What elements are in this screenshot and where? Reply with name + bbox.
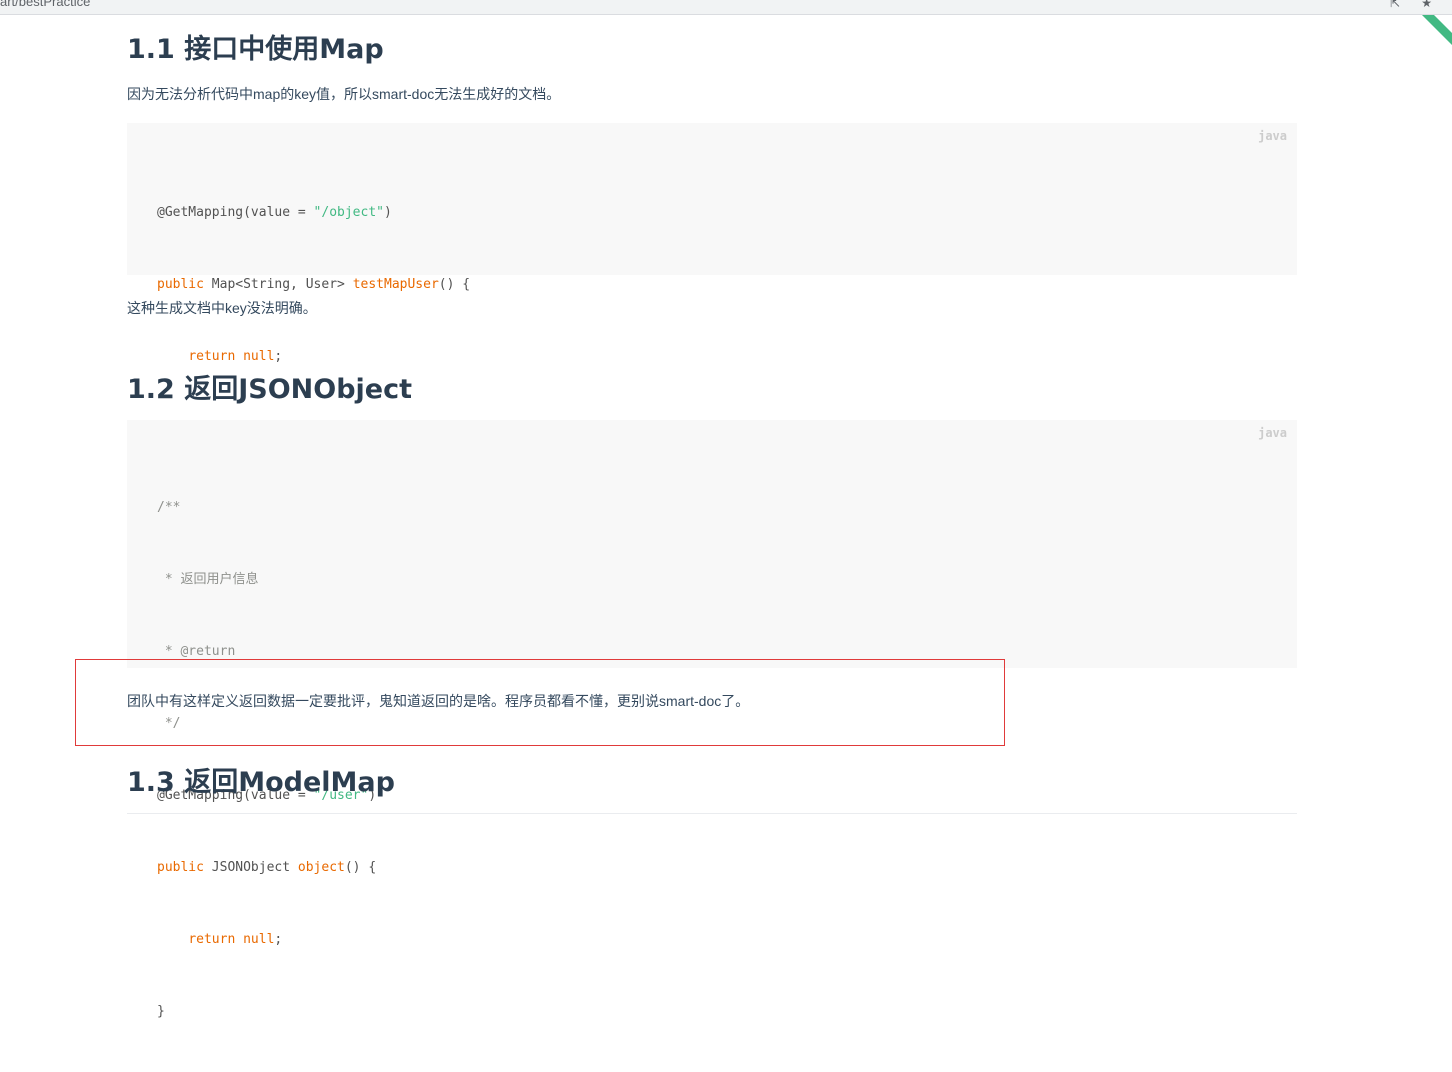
code-lang-label: java <box>1258 426 1287 440</box>
code-line: return null; <box>188 349 283 364</box>
code-comment-line: /** <box>157 500 181 515</box>
red-highlight-box <box>75 659 1005 746</box>
section-heading-1-3: 1.3 返回ModelMap <box>127 767 395 798</box>
code-block-map: java @GetMapping(value = "/object") publ… <box>127 123 1297 436</box>
code-line: } <box>157 1004 165 1019</box>
url-text[interactable]: art/bestPractice <box>0 0 90 9</box>
section-1-1-note: 这种生成文档中key没法明确。 <box>127 300 317 316</box>
code-line: public JSONObject object() { <box>157 860 377 875</box>
bookmark-star-icon[interactable]: ★ <box>1421 0 1432 10</box>
section-heading-1-1: 1.1 接口中使用Map <box>127 34 384 65</box>
section-heading-1-2: 1.2 返回JSONObject <box>127 374 413 405</box>
code-line: @GetMapping(value = "/object") <box>157 205 392 220</box>
github-corner-mask <box>1434 15 1452 33</box>
code-block-jsonobject: java /** * 返回用户信息 * @return */ @GetMappi… <box>127 420 1297 1019</box>
share-icon[interactable]: ⇱ <box>1390 0 1400 10</box>
code-line: public Map<String, User> testMapUser() { <box>157 277 471 292</box>
code-comment-line: * 返回用户信息 <box>157 572 259 587</box>
browser-address-bar: art/bestPractice ⇱ ★ <box>0 0 1452 15</box>
code-line: return null; <box>188 932 283 947</box>
code-lang-label: java <box>1258 129 1287 143</box>
heading-divider <box>127 813 1297 814</box>
section-1-1-intro: 因为无法分析代码中map的key值，所以smart-doc无法生成好的文档。 <box>127 86 561 102</box>
